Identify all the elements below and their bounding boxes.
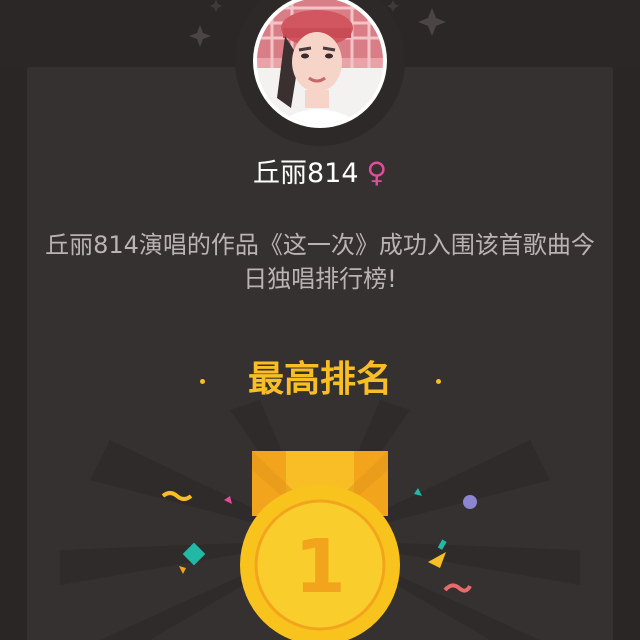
confetti-icon bbox=[443, 583, 472, 593]
avatar[interactable] bbox=[253, 0, 387, 128]
female-icon: ♀ bbox=[366, 156, 388, 189]
username[interactable]: 丘丽814 bbox=[253, 158, 359, 189]
achievement-description: 丘丽814演唱的作品《这一次》成功入围该首歌曲今日独唱排行榜! bbox=[45, 231, 595, 293]
medal-rank-number: 1 bbox=[294, 524, 346, 610]
avatar-illustration bbox=[257, 0, 383, 124]
sparkle-icon bbox=[210, 0, 222, 12]
confetti-icon bbox=[179, 566, 186, 574]
sparkle-icon bbox=[418, 8, 446, 36]
confetti-icon bbox=[463, 495, 477, 509]
share-card-screen: 丘丽814 ♀ 丘丽814演唱的作品《这一次》成功入围该首歌曲今日独唱排行榜! 最… bbox=[0, 0, 640, 640]
sparkle-icon bbox=[189, 25, 211, 47]
username-row: 丘丽814 ♀ bbox=[0, 153, 640, 194]
